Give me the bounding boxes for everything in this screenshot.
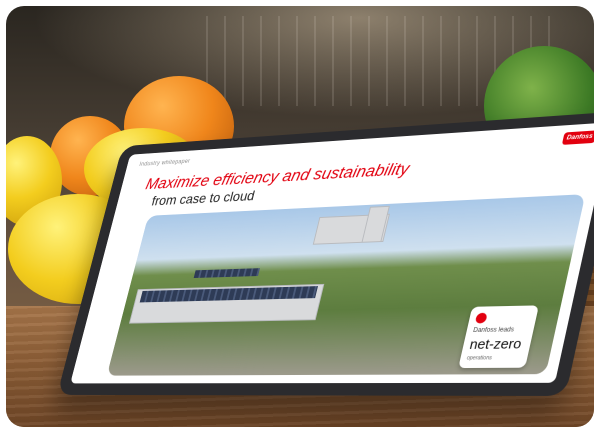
badge-caption: Danfoss leads [472,327,515,335]
brand-logo: Danfoss [561,130,594,145]
eyebrow-text: Industry whitepaper [138,158,191,168]
badge-dot-icon [474,312,488,324]
photo-frame: Industry whitepaper Danfoss Maximize eff… [6,6,594,427]
tablet-screen: Industry whitepaper Danfoss Maximize eff… [70,122,594,384]
net-zero-badge: Danfoss leads net-zero operations [458,305,539,369]
badge-title: net-zero [468,335,524,353]
tablet-device: Industry whitepaper Danfoss Maximize eff… [57,110,594,396]
badge-footer: operations [466,355,493,362]
solar-panels [193,268,260,279]
